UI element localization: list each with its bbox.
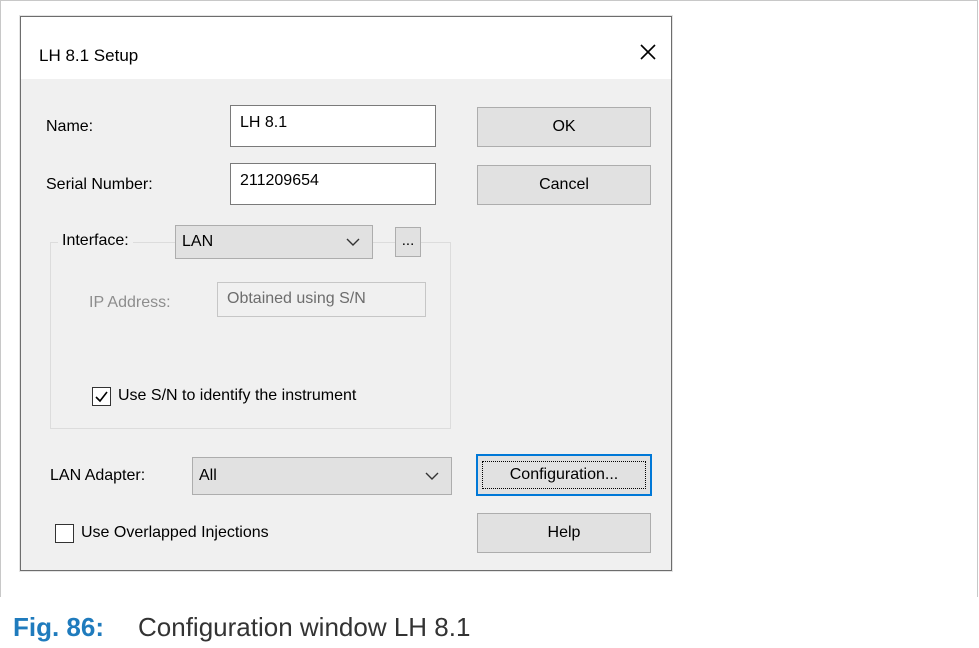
use-sn-checkbox[interactable] [92,387,111,406]
figure-caption: Fig. 86: Configuration window LH 8.1 [13,612,470,643]
focus-rectangle [482,461,646,489]
chevron-down-icon [346,238,360,246]
name-input[interactable]: LH 8.1 [230,105,436,147]
use-sn-label: Use S/N to identify the instrument [118,387,357,404]
interface-value: LAN [182,233,214,250]
dialog-title: LH 8.1 Setup [39,46,139,65]
setup-dialog: LH 8.1 Setup Name: LH 8.1 Serial Number:… [20,16,672,571]
serial-number-input[interactable]: 211209654 [230,163,436,205]
lan-adapter-label: LAN Adapter: [50,467,146,484]
chevron-down-icon [425,472,439,480]
interface-label: Interface: [58,232,133,250]
title-bar: LH 8.1 Setup [21,17,671,79]
browse-button[interactable]: ... [395,227,421,257]
overlapped-injections-checkbox[interactable] [55,524,74,543]
serial-number-label: Serial Number: [46,176,153,193]
figure-number: Fig. 86: [13,612,105,642]
checkmark-icon [95,391,108,403]
interface-select[interactable]: LAN [175,225,373,259]
name-label: Name: [46,118,94,135]
cancel-button[interactable]: Cancel [477,165,651,205]
configuration-button[interactable]: Configuration... [476,454,652,496]
ip-address-label: IP Address: [89,294,171,311]
lan-adapter-value: All [199,467,217,484]
lan-adapter-select[interactable]: All [192,457,452,495]
ip-address-input: Obtained using S/N [217,282,426,317]
close-icon[interactable] [633,37,663,67]
ok-button[interactable]: OK [477,107,651,147]
overlapped-injections-label: Use Overlapped Injections [81,524,269,541]
figure-caption-text: Configuration window LH 8.1 [138,612,471,642]
help-button[interactable]: Help [477,513,651,553]
